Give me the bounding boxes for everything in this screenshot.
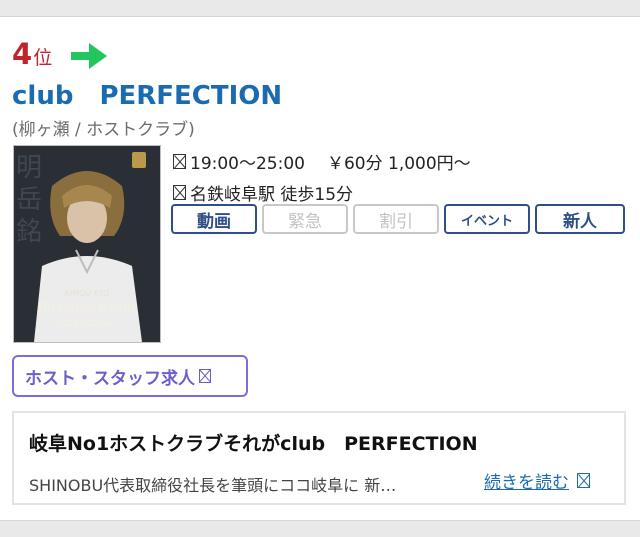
station-line: 名鉄岐阜駅 徒歩15分	[173, 180, 353, 205]
svg-text:岳: 岳	[16, 185, 42, 215]
recruit-button[interactable]: ホスト・スタッフ求人	[12, 355, 248, 397]
pr-excerpt: SHINOBU代表取締役社長を筆頭にココ岐阜に 新…	[29, 476, 397, 495]
clock-icon	[173, 154, 186, 169]
area-genre-label: (柳ヶ瀬 / ホストクラブ)	[12, 120, 195, 140]
rank-number: 4	[12, 37, 33, 71]
thumbnail-event-text: Birthday Event	[36, 301, 137, 316]
svg-text:明: 明	[16, 153, 42, 183]
recruit-button-label: ホスト・スタッフ求人	[25, 368, 195, 389]
rank-indicator: 4 位	[12, 37, 107, 73]
nearest-station: 名鉄岐阜駅 徒歩15分	[190, 185, 354, 205]
tag-newcomer[interactable]: 新人	[535, 204, 625, 234]
read-more-link[interactable]: 続きを読む	[484, 468, 594, 493]
train-icon	[173, 185, 186, 200]
tag-video[interactable]: 動画	[171, 204, 257, 234]
club-thumbnail[interactable]: 明岳銘 KIMOU KYO Birthday Event 2025.3.23su…	[13, 145, 161, 343]
pr-title: 岐阜No1ホストクラブそれがclub PERFECTION	[29, 433, 478, 455]
club-name-link[interactable]: club PERFECTION	[12, 75, 282, 112]
external-link-icon	[577, 473, 590, 488]
external-link-icon	[199, 369, 211, 383]
tag-discount: 割引	[353, 204, 439, 234]
hours-price-line: 19:00〜25:00 ￥60分 1,000円〜	[173, 149, 471, 174]
thumbnail-name-text: KIMOU KYO	[65, 289, 110, 298]
business-hours: 19:00〜25:00	[190, 154, 305, 174]
club-listing-card: 4 位 club PERFECTION (柳ヶ瀬 / ホストクラブ) 明岳銘 K…	[0, 16, 640, 521]
read-more-label: 続きを読む	[484, 473, 569, 493]
pr-section: 岐阜No1ホストクラブそれがclub PERFECTION SHINOBU代表取…	[12, 411, 626, 505]
feature-tags: 動画 緊急 割引 イベント 新人	[171, 204, 625, 234]
rank-suffix: 位	[33, 47, 53, 69]
tag-event[interactable]: イベント	[444, 204, 530, 234]
right-arrow-icon	[71, 43, 107, 69]
thumbnail-date-text: 2025.3.23sun	[56, 319, 118, 329]
price-info: ￥60分 1,000円〜	[326, 154, 471, 174]
svg-text:銘: 銘	[16, 217, 42, 247]
tag-urgent: 緊急	[262, 204, 348, 234]
